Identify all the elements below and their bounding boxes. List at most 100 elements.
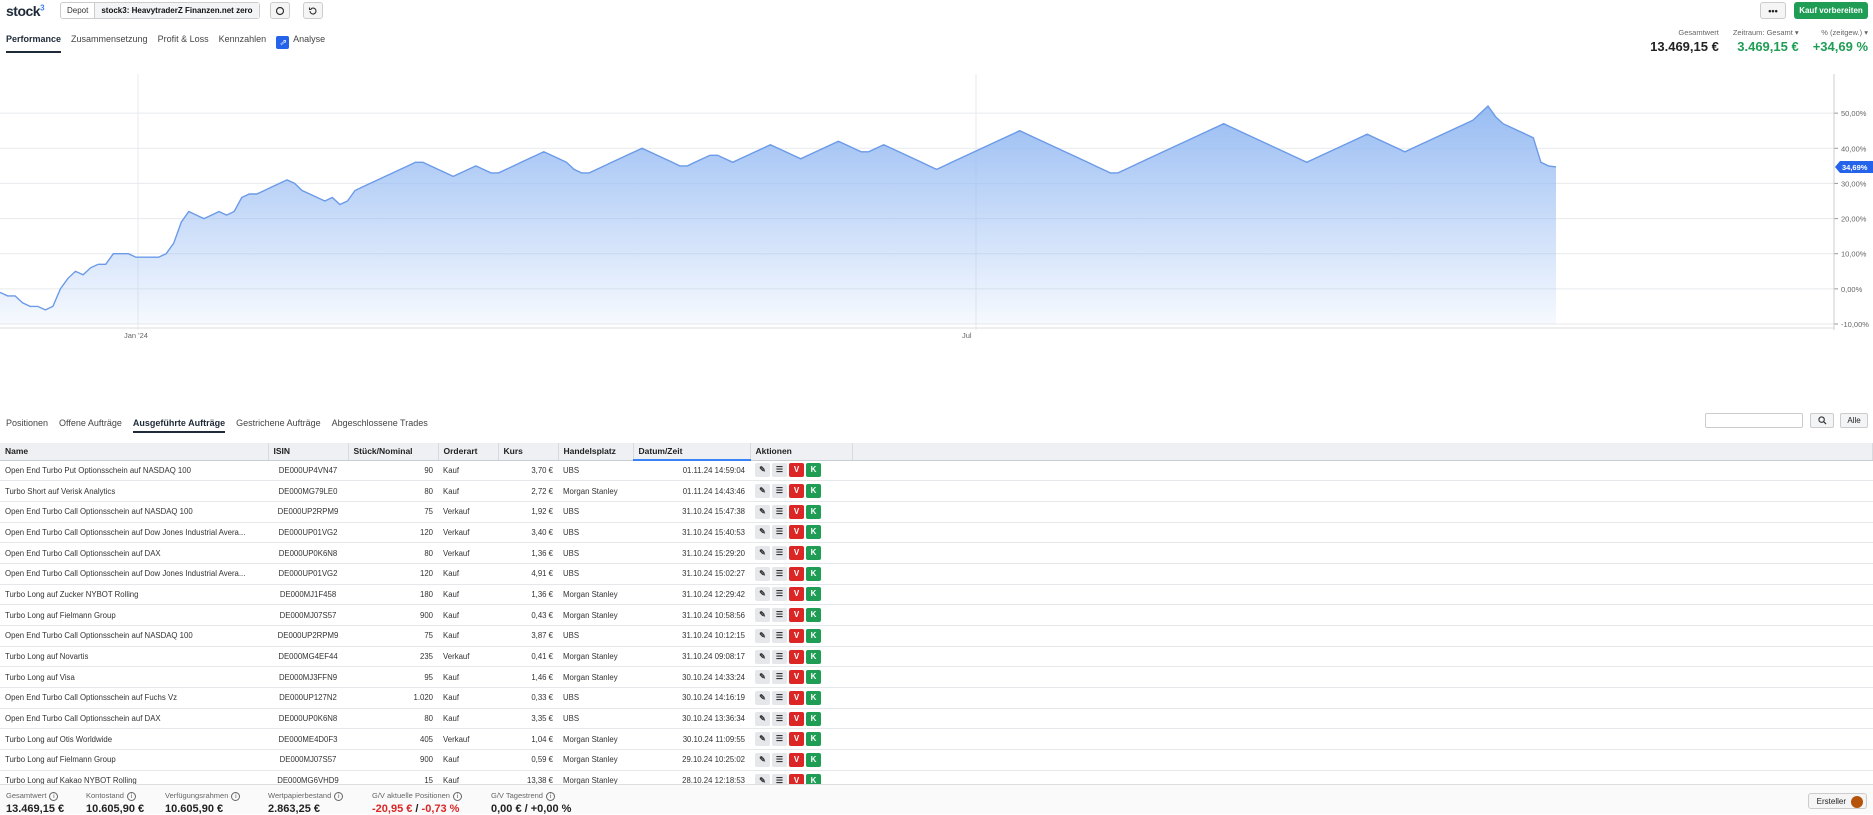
list-icon[interactable]: ☰	[772, 690, 787, 705]
col-handelsplatz[interactable]: Handelsplatz	[558, 443, 634, 461]
col-datum-zeit[interactable]: Datum/Zeit	[633, 443, 751, 461]
list-icon[interactable]: ☰	[772, 484, 787, 499]
tab-profit-loss[interactable]: Profit & Loss	[158, 34, 209, 53]
sell-button[interactable]: V	[789, 752, 804, 767]
buy-row-button[interactable]: K	[806, 628, 821, 643]
search-input[interactable]	[1705, 413, 1803, 428]
ersteller-button[interactable]: Ersteller	[1807, 793, 1867, 809]
table-row[interactable]: Turbo Long auf Visa DE000MJ3FFN9 95 Kauf 1,4…	[0, 666, 1873, 689]
sell-button[interactable]: V	[789, 670, 804, 685]
tab-zusammensetzung[interactable]: Zusammensetzung	[71, 34, 148, 53]
list-icon[interactable]: ☰	[772, 587, 787, 602]
table-row[interactable]: Turbo Long auf Fielmann Group DE000MJ07S5…	[0, 604, 1873, 626]
sell-button[interactable]: V	[789, 463, 804, 478]
list-icon[interactable]: ☰	[772, 546, 787, 561]
info-icon[interactable]: i	[49, 792, 59, 801]
sell-button[interactable]: V	[789, 711, 804, 726]
edit-icon[interactable]: ✎	[755, 463, 770, 478]
col-orderart[interactable]: Orderart	[438, 443, 499, 461]
edit-icon[interactable]: ✎	[755, 504, 770, 519]
list-icon[interactable]: ☰	[772, 649, 787, 664]
kpi-zeitraum[interactable]: Zeitraum: Gesamt ▾ 3.469,15 €	[1733, 28, 1799, 54]
list-icon[interactable]: ☰	[772, 566, 787, 581]
edit-icon[interactable]: ✎	[755, 690, 770, 705]
info-icon[interactable]: i	[452, 792, 462, 801]
table-row[interactable]: Turbo Long auf Zucker NYBOT Rolling DE000…	[0, 584, 1873, 606]
list-icon[interactable]: ☰	[772, 525, 787, 540]
settings-icon[interactable]	[270, 2, 290, 19]
col-name[interactable]: Name	[0, 443, 269, 461]
list-icon[interactable]: ☰	[772, 711, 787, 726]
search-icon[interactable]	[1810, 413, 1834, 428]
edit-icon[interactable]: ✎	[755, 546, 770, 561]
buy-button[interactable]: Kauf vorbereiten	[1794, 2, 1868, 19]
edit-icon[interactable]: ✎	[755, 711, 770, 726]
buy-row-button[interactable]: K	[806, 566, 821, 581]
tab-abgeschlossene-trades[interactable]: Abgeschlossene Trades	[332, 418, 428, 433]
buy-row-button[interactable]: K	[806, 463, 821, 478]
sell-button[interactable]: V	[789, 587, 804, 602]
buy-row-button[interactable]: K	[806, 587, 821, 602]
buy-row-button[interactable]: K	[806, 752, 821, 767]
tab-analyse[interactable]: ⇗ Analyse	[276, 34, 325, 53]
sell-button[interactable]: V	[789, 546, 804, 561]
tab-gestrichene-auftraege[interactable]: Gestrichene Aufträge	[236, 418, 321, 433]
col-stueck[interactable]: Stück/Nominal	[348, 443, 439, 461]
edit-icon[interactable]: ✎	[755, 566, 770, 581]
table-row[interactable]: Open End Turbo Call Optionsschein auf DA…	[0, 708, 1873, 730]
buy-row-button[interactable]: K	[806, 546, 821, 561]
edit-icon[interactable]: ✎	[755, 670, 770, 685]
edit-icon[interactable]: ✎	[755, 484, 770, 499]
sell-button[interactable]: V	[789, 649, 804, 664]
depot-value[interactable]: stock3: HeavytraderZ Finanzen.net zero	[95, 3, 259, 18]
table-row[interactable]: Open End Turbo Call Optionsschein auf Do…	[0, 522, 1873, 544]
table-row[interactable]: Turbo Long auf Novartis DE000MG4EF44 235 Ve…	[0, 646, 1873, 668]
alle-button[interactable]: Alle	[1840, 413, 1868, 428]
sell-button[interactable]: V	[789, 732, 804, 747]
table-row[interactable]: Open End Turbo Call Optionsschein auf NA…	[0, 625, 1873, 647]
edit-icon[interactable]: ✎	[755, 752, 770, 767]
col-kurs[interactable]: Kurs	[498, 443, 559, 461]
sell-button[interactable]: V	[789, 690, 804, 705]
table-row[interactable]: Open End Turbo Call Optionsschein auf Do…	[0, 563, 1873, 585]
info-icon[interactable]: i	[231, 792, 241, 801]
buy-row-button[interactable]: K	[806, 504, 821, 519]
table-row[interactable]: Open End Turbo Put Optionsschein auf NAS…	[0, 460, 1873, 482]
tab-kennzahlen[interactable]: Kennzahlen	[219, 34, 267, 53]
edit-icon[interactable]: ✎	[755, 587, 770, 602]
sell-button[interactable]: V	[789, 484, 804, 499]
performance-chart-svg[interactable]: 50,00% 40,00% 30,00% 20,00% 10,00% 0,00% -10,0…	[0, 74, 1873, 404]
sell-button[interactable]: V	[789, 628, 804, 643]
tab-positionen[interactable]: Positionen	[6, 418, 48, 433]
info-icon[interactable]: i	[126, 792, 136, 801]
more-button[interactable]: •••	[1760, 2, 1786, 19]
buy-row-button[interactable]: K	[806, 690, 821, 705]
tab-performance[interactable]: Performance	[6, 34, 62, 53]
table-row[interactable]: Open End Turbo Call Optionsschein auf DA…	[0, 542, 1873, 564]
buy-row-button[interactable]: K	[806, 732, 821, 747]
buy-row-button[interactable]: K	[806, 484, 821, 499]
edit-icon[interactable]: ✎	[755, 628, 770, 643]
edit-icon[interactable]: ✎	[755, 732, 770, 747]
sell-button[interactable]: V	[789, 504, 804, 519]
list-icon[interactable]: ☰	[772, 504, 787, 519]
refresh-icon[interactable]	[303, 2, 323, 19]
list-icon[interactable]: ☰	[772, 608, 787, 623]
buy-row-button[interactable]: K	[806, 670, 821, 685]
sell-button[interactable]: V	[789, 566, 804, 581]
edit-icon[interactable]: ✎	[755, 525, 770, 540]
list-icon[interactable]: ☰	[772, 463, 787, 478]
buy-row-button[interactable]: K	[806, 608, 821, 623]
kpi-percent[interactable]: % (zeitgew.) ▾ +34,69 %	[1813, 28, 1868, 54]
info-icon[interactable]: i	[545, 792, 555, 801]
kpi-label[interactable]: Zeitraum: Gesamt ▾	[1733, 28, 1799, 37]
table-row[interactable]: Open End Turbo Call Optionsschein auf NA…	[0, 501, 1873, 523]
buy-row-button[interactable]: K	[806, 525, 821, 540]
list-icon[interactable]: ☰	[772, 670, 787, 685]
stock3-logo[interactable]: stock3	[6, 3, 45, 19]
edit-icon[interactable]: ✎	[755, 649, 770, 664]
sell-button[interactable]: V	[789, 608, 804, 623]
table-row[interactable]: Turbo Long auf Fielmann Group DE000MJ07S5…	[0, 749, 1873, 771]
list-icon[interactable]: ☰	[772, 752, 787, 767]
buy-row-button[interactable]: K	[806, 711, 821, 726]
